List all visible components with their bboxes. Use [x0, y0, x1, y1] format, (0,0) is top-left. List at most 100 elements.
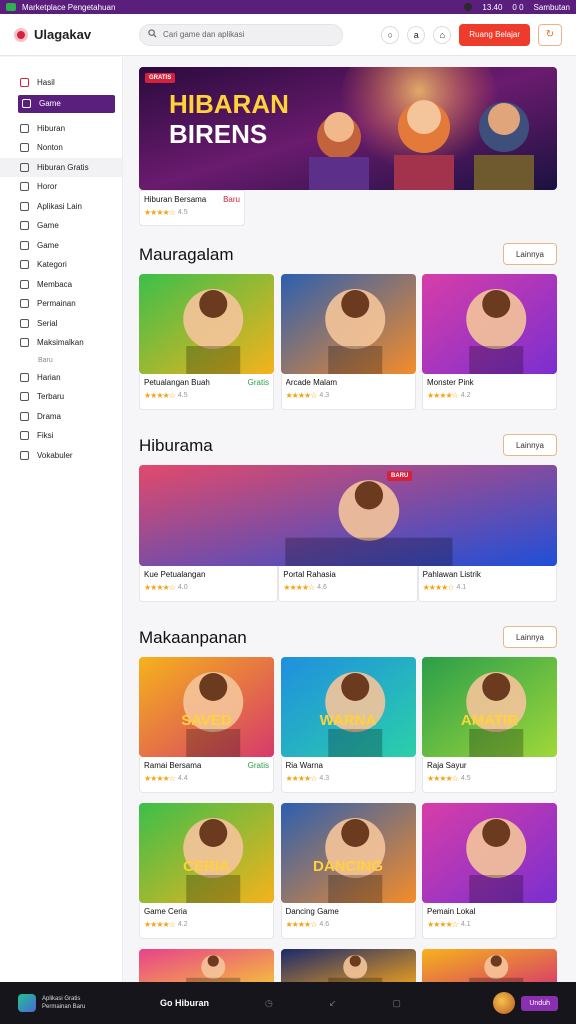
sidebar-item[interactable]: Terbaru: [0, 387, 122, 407]
search-icon: [148, 29, 157, 40]
search-input[interactable]: Cari game dan aplikasi: [139, 23, 343, 46]
game-art-text: SAVED: [181, 712, 232, 729]
status-bar: Marketplace Pengetahuan 13.40 0 0 Sambut…: [0, 0, 576, 14]
game-card-info[interactable]: Raja Sayur ★★★★☆ 4.5: [422, 757, 557, 793]
box-icon[interactable]: ▢: [392, 998, 401, 1009]
settings-icon[interactable]: ↻: [538, 23, 562, 46]
status-right-label[interactable]: Sambutan: [534, 3, 570, 12]
sidebar-item[interactable]: Game: [0, 216, 122, 236]
rating-stars: ★★★★☆: [144, 208, 176, 217]
game-thumbnail[interactable]: [139, 274, 274, 374]
bottom-bar: Aplikasi Gratis Permainan Baru Go Hiburan…: [0, 982, 576, 1024]
game-thumbnail[interactable]: [422, 803, 557, 903]
section-title: Hiburama: [139, 436, 213, 455]
game-rating: 4.6: [317, 584, 327, 591]
game-title: Pemain Lokal: [427, 907, 476, 916]
game-card-info[interactable]: Pahlawan Listrik ★★★★☆ 4.1: [417, 566, 557, 602]
notification-icon[interactable]: ⌂: [433, 25, 452, 44]
game-thumbnail[interactable]: [422, 949, 557, 982]
sidebar-item[interactable]: Membaca: [0, 275, 122, 295]
game-card-info[interactable]: Ramai Bersama Gratis ★★★★☆ 4.4: [139, 757, 274, 793]
sidebar-item-label: Terbaru: [37, 392, 65, 402]
sidebar-item[interactable]: Harian: [0, 368, 122, 388]
main-content: GRATIS HIBARAN BIRENS Hiburan Bersama Baru…: [139, 57, 557, 982]
sidebar-item[interactable]: Hiburan: [0, 119, 122, 139]
game-card-info[interactable]: Kue Petualangan ★★★★☆ 4.0: [139, 566, 279, 602]
game-card-info[interactable]: Game Ceria ★★★★☆ 4.2: [139, 903, 274, 939]
game-tag: Gratis: [247, 761, 269, 770]
sidebar-item-label: Hiburan: [37, 123, 66, 133]
sidebar-item-icon: [20, 279, 29, 289]
game-card-info[interactable]: Arcade Malam ★★★★☆ 4.3: [280, 374, 416, 410]
status-time: 13.40: [482, 2, 503, 12]
game-rating: 4.3: [319, 775, 330, 782]
avatar[interactable]: [493, 992, 516, 1014]
see-all-button[interactable]: Lainnya: [503, 243, 557, 265]
hero-art-title: HIBARAN BIRENS: [169, 89, 289, 149]
sidebar-item[interactable]: Game: [0, 236, 122, 256]
sidebar-item-icon: [20, 431, 29, 441]
game-thumbnail[interactable]: [280, 274, 416, 374]
sidebar-item[interactable]: Aplikasi Lain: [0, 197, 122, 217]
game-rating: 4.6: [319, 921, 330, 928]
sidebar-item[interactable]: Hiburan Gratis: [0, 157, 122, 177]
game-card-info[interactable]: Ria Warna ★★★★☆ 4.3: [280, 757, 416, 793]
see-all-button[interactable]: Lainnya: [503, 626, 557, 648]
game-thumbnail[interactable]: CERIA: [139, 803, 274, 903]
sidebar-item[interactable]: Game: [18, 94, 115, 113]
promo-banner[interactable]: [139, 465, 557, 566]
game-rating: 4.3: [319, 392, 330, 399]
sidebar-item[interactable]: Nonton: [0, 138, 122, 158]
status-code: 0 0: [512, 2, 524, 12]
game-thumbnail[interactable]: WARNA: [280, 657, 416, 757]
game-card-info[interactable]: Pemain Lokal ★★★★☆ 4.1: [422, 903, 557, 939]
rating-stars: ★★★★☆: [427, 391, 459, 400]
game-thumbnail[interactable]: SAVED: [139, 657, 274, 757]
sidebar-item[interactable]: Drama: [0, 407, 122, 427]
bottom-app-icon[interactable]: [18, 994, 36, 1012]
game-card-info[interactable]: Dancing Game ★★★★☆ 4.6: [280, 903, 416, 939]
bottom-app-line1: Aplikasi Gratis: [42, 996, 81, 1002]
sidebar: Hasil Game Hiburan Nonton Hiburan Gratis Horo…: [0, 57, 123, 982]
cta-button[interactable]: Ruang Belajar: [459, 23, 530, 46]
sidebar-item-icon: [20, 450, 29, 460]
profile-icon[interactable]: [464, 3, 473, 11]
game-card-info[interactable]: Monster Pink ★★★★☆ 4.2: [422, 374, 557, 410]
game-title: Kue Petualangan: [144, 570, 206, 579]
sidebar-item[interactable]: Permainan: [0, 294, 122, 314]
sidebar-item[interactable]: Fiksi: [0, 426, 122, 446]
bottom-app-line2: Permainan Baru: [42, 1004, 86, 1010]
user-icon[interactable]: a: [407, 25, 426, 44]
download-button[interactable]: Unduh: [521, 995, 558, 1011]
game-title: Raja Sayur: [427, 761, 467, 770]
see-all-button[interactable]: Lainnya: [503, 434, 557, 456]
hero-caption[interactable]: Hiburan Bersama Baru ★★★★☆ 4.5: [139, 190, 245, 226]
game-card-info[interactable]: Petualangan Buah Gratis ★★★★☆ 4.5: [139, 374, 274, 410]
sidebar-item[interactable]: Vokabuler: [0, 446, 122, 466]
game-title: Ramai Bersama: [144, 761, 202, 770]
sidebar-item[interactable]: Kategori: [0, 255, 122, 275]
circle-icon[interactable]: ○: [381, 25, 400, 44]
sidebar-item-icon: [20, 143, 29, 153]
sidebar-item[interactable]: Serial: [0, 314, 122, 334]
game-title: Monster Pink: [427, 378, 474, 387]
game-card-info[interactable]: Portal Rahasia ★★★★☆ 4.6: [278, 566, 418, 602]
game-thumbnail[interactable]: [422, 274, 557, 374]
game-thumbnail[interactable]: [280, 949, 416, 982]
hero-banner[interactable]: GRATIS HIBARAN BIRENS: [139, 67, 557, 190]
game-rating: 4.2: [460, 392, 471, 399]
sidebar-item-label: Harian: [37, 372, 61, 382]
sidebar-item[interactable]: Horor: [0, 177, 122, 197]
game-thumbnail[interactable]: DANCING: [280, 803, 416, 903]
status-title: Marketplace Pengetahuan: [22, 2, 116, 12]
rating-stars: ★★★★☆: [144, 583, 176, 592]
clock-icon[interactable]: ◷: [265, 998, 273, 1009]
hero-badge: GRATIS: [145, 73, 176, 83]
game-thumbnail[interactable]: [139, 949, 274, 982]
sidebar-item[interactable]: Hasil: [0, 73, 122, 93]
game-rating: 4.5: [460, 775, 471, 782]
brand-logo[interactable]: Ulagakav: [14, 27, 139, 42]
sidebar-item[interactable]: Maksimalkan: [0, 333, 122, 353]
arrow-icon[interactable]: ↙: [329, 998, 337, 1009]
game-thumbnail[interactable]: AMATIR: [422, 657, 557, 757]
